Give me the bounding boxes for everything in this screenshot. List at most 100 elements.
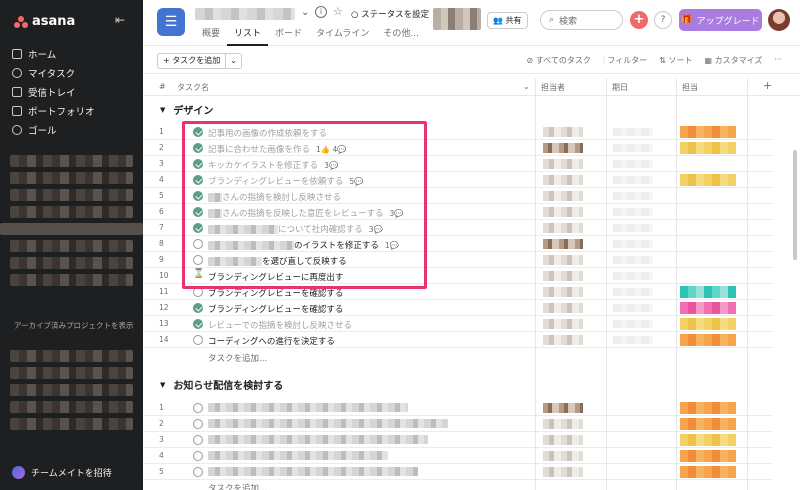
due-date-cell-blurred[interactable] <box>613 256 653 264</box>
task-name[interactable]: を選び直して反映する <box>208 255 347 267</box>
star-icon[interactable]: ☆ <box>333 5 343 18</box>
tag-cell[interactable] <box>680 318 736 330</box>
caret-down-icon[interactable]: ▼ <box>160 106 165 114</box>
task-name[interactable]: ブランディングレビューを確認する <box>208 303 343 315</box>
due-date-cell-blurred[interactable] <box>613 176 653 184</box>
caret-down-icon[interactable]: ▼ <box>160 381 165 389</box>
assignee-cell-blurred[interactable] <box>543 159 583 169</box>
due-date-cell-blurred[interactable] <box>613 272 653 280</box>
tag-cell[interactable] <box>680 286 736 298</box>
table-row[interactable]: 6 さんの指摘を反映した意匠をレビューする 3💬 <box>143 204 773 220</box>
table-row[interactable]: 7 について社内確認する 3💬 <box>143 220 773 236</box>
tag-cell[interactable] <box>680 418 736 430</box>
task-name[interactable]: さんの指摘を検討し反映させる <box>208 191 341 203</box>
add-task-button[interactable]: + タスクを追加 ⌄ <box>157 53 242 69</box>
task-name[interactable] <box>208 419 448 429</box>
tag-cell[interactable] <box>680 434 736 446</box>
hourglass-icon[interactable] <box>193 269 204 281</box>
all-tasks-filter[interactable]: ⊘ すべてのタスク <box>526 55 590 66</box>
task-name[interactable]: 記事に合わせた画像を作る 1👍 4💬 <box>208 143 347 155</box>
table-row[interactable]: 11 ブランディングレビューを確認する <box>143 284 773 300</box>
complete-check-icon[interactable] <box>193 467 203 477</box>
complete-check-icon[interactable] <box>193 403 203 413</box>
user-avatar[interactable] <box>768 9 790 31</box>
task-name[interactable]: 記事用の画像の作成依頼をする <box>208 127 327 139</box>
table-row[interactable]: 3 <box>143 432 773 448</box>
add-task-link[interactable]: タスクを追加... <box>208 482 267 490</box>
assignee-cell-blurred[interactable] <box>543 143 583 153</box>
share-button[interactable]: 👥 共有 <box>487 12 528 29</box>
due-date-cell-blurred[interactable] <box>613 224 653 232</box>
col-task-name[interactable]: タスク名 <box>177 82 209 93</box>
customize-button[interactable]: ▦ カスタマイズ <box>704 55 762 66</box>
task-name[interactable]: キッカケイラストを修正する 3💬 <box>208 159 338 171</box>
tag-cell[interactable] <box>680 402 736 414</box>
due-date-cell-blurred[interactable] <box>613 192 653 200</box>
sidebar-item-inbox[interactable]: 受信トレイ <box>12 82 137 101</box>
tag-cell[interactable] <box>680 174 736 186</box>
asana-logo[interactable]: asana <box>14 14 75 29</box>
tab-board[interactable]: ボード <box>268 26 309 46</box>
assignee-cell-blurred[interactable] <box>543 239 583 249</box>
scrollbar[interactable] <box>793 150 797 260</box>
tab-overview[interactable]: 概要 <box>195 26 227 46</box>
assignee-cell-blurred[interactable] <box>543 175 583 185</box>
assignee-cell-blurred[interactable] <box>543 287 583 297</box>
complete-check-icon[interactable] <box>193 175 203 185</box>
add-task-link[interactable]: タスクを追加... <box>208 352 267 364</box>
assignee-cell-blurred[interactable] <box>543 451 583 461</box>
complete-check-icon[interactable] <box>193 207 203 217</box>
assignee-cell-blurred[interactable] <box>543 223 583 233</box>
search-input[interactable]: ⌕ 検索 <box>540 10 623 30</box>
section-header[interactable]: ▼ お知らせ配信を検討する <box>160 377 283 393</box>
table-row[interactable]: 10 ブランディングレビューに再度出す <box>143 268 773 284</box>
tag-cell[interactable] <box>680 126 736 138</box>
table-row[interactable]: 2 記事に合わせた画像を作る 1👍 4💬 <box>143 140 773 156</box>
task-name[interactable]: のイラストを修正する 1💬 <box>208 239 399 251</box>
complete-check-icon[interactable] <box>193 419 203 429</box>
chevron-down-icon[interactable]: ⌄ <box>301 7 309 18</box>
assignee-cell-blurred[interactable] <box>543 403 583 413</box>
due-date-cell-blurred[interactable] <box>613 144 653 152</box>
tab-more[interactable]: その他... <box>376 26 426 46</box>
list-project-icon[interactable]: ☰ <box>157 8 185 36</box>
sidebar-item-goals[interactable]: ゴール <box>12 120 137 139</box>
section-header[interactable]: ▼ デザイン <box>160 102 213 118</box>
complete-check-icon[interactable] <box>193 143 203 153</box>
task-name[interactable]: ブランディングレビューを依頼する 5💬 <box>208 175 364 187</box>
table-row[interactable]: 9 を選び直して反映する <box>143 252 773 268</box>
complete-check-icon[interactable] <box>193 223 203 233</box>
filter-button[interactable]: ⫶ フィルター <box>603 55 647 66</box>
assignee-cell-blurred[interactable] <box>543 335 583 345</box>
complete-check-icon[interactable] <box>193 303 203 313</box>
table-row[interactable]: 1 <box>143 400 773 416</box>
due-date-cell-blurred[interactable] <box>613 208 653 216</box>
archive-link[interactable]: アーカイブ済みプロジェクトを表示 <box>14 320 134 331</box>
tab-timeline[interactable]: タイムライン <box>309 26 376 46</box>
task-name[interactable]: ブランディングレビューを確認する <box>208 287 343 299</box>
complete-check-icon[interactable] <box>193 435 203 445</box>
task-name[interactable]: ブランディングレビューに再度出す <box>208 271 343 283</box>
assignee-cell-blurred[interactable] <box>543 127 583 137</box>
task-name[interactable] <box>208 435 428 445</box>
assignee-cell-blurred[interactable] <box>543 271 583 281</box>
upgrade-button[interactable]: 🎁 アップグレード <box>679 9 762 31</box>
complete-check-icon[interactable] <box>193 159 203 169</box>
tab-list[interactable]: リスト <box>227 26 269 46</box>
sidebar-item-my-tasks[interactable]: マイタスク <box>12 63 137 82</box>
due-date-cell-blurred[interactable] <box>613 160 653 168</box>
due-date-cell-blurred[interactable] <box>613 240 653 248</box>
tag-cell[interactable] <box>680 466 736 478</box>
col-assignee[interactable]: 担当者 <box>541 82 565 93</box>
col-owner[interactable]: 担当 <box>682 82 698 93</box>
create-button[interactable]: + <box>630 11 648 29</box>
table-row[interactable]: 4 <box>143 448 773 464</box>
due-date-cell-blurred[interactable] <box>613 128 653 136</box>
due-date-cell-blurred[interactable] <box>613 336 653 344</box>
assignee-cell-blurred[interactable] <box>543 207 583 217</box>
assignee-cell-blurred[interactable] <box>543 319 583 329</box>
table-row[interactable]: 2 <box>143 416 773 432</box>
due-date-cell-blurred[interactable] <box>613 320 653 328</box>
tag-cell[interactable] <box>680 450 736 462</box>
task-name[interactable]: コーディングへの進行を決定する <box>208 335 335 347</box>
